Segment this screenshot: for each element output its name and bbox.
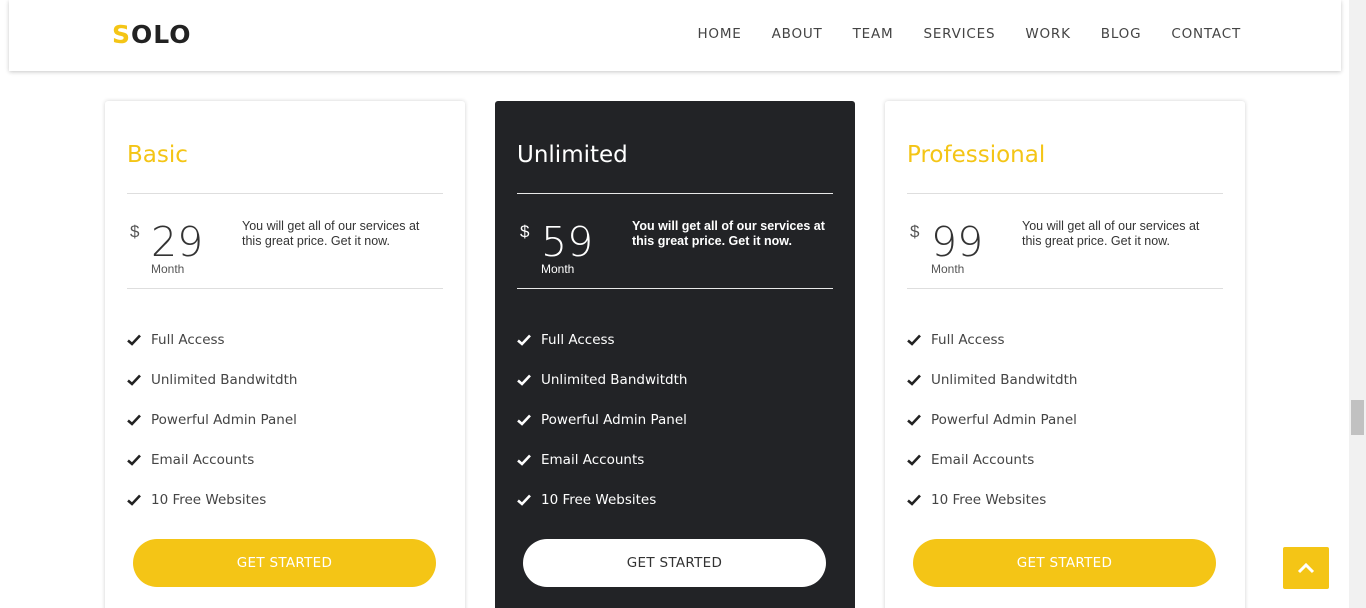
feature-item: Email Accounts (517, 440, 687, 480)
feature-item: 10 Free Websites (127, 480, 297, 520)
check-icon (517, 494, 531, 506)
currency-symbol: $ (910, 222, 920, 241)
pricing-card-basic: Basic $ 29 Month You will get all of our… (105, 101, 465, 608)
check-icon (517, 454, 531, 466)
feature-item: Full Access (127, 320, 297, 360)
get-started-button[interactable]: GET STARTED (913, 539, 1216, 587)
scrollbar-thumb[interactable] (1351, 400, 1364, 435)
plan-title: Basic (127, 142, 188, 168)
feature-item: Full Access (907, 320, 1077, 360)
plan-title: Professional (907, 142, 1046, 168)
get-started-button[interactable]: GET STARTED (133, 539, 436, 587)
divider (907, 193, 1223, 194)
feature-list: Full Access Unlimited Bandwitdth Powerfu… (517, 320, 687, 520)
check-icon (907, 414, 921, 426)
nav-about[interactable]: ABOUT (772, 26, 823, 42)
feature-item: 10 Free Websites (907, 480, 1077, 520)
feature-item: 10 Free Websites (517, 480, 687, 520)
pricing-card-unlimited: Unlimited $ 59 Month You will get all of… (495, 101, 855, 608)
check-icon (127, 334, 141, 346)
scrollbar-track[interactable] (1349, 0, 1366, 608)
plan-price: 59 (541, 218, 594, 266)
check-icon (127, 374, 141, 386)
divider (127, 288, 443, 289)
check-icon (127, 494, 141, 506)
divider (517, 288, 833, 289)
nav-home[interactable]: HOME (697, 26, 741, 42)
feature-item: Full Access (517, 320, 687, 360)
nav-work[interactable]: WORK (1025, 26, 1070, 42)
get-started-button[interactable]: GET STARTED (523, 539, 826, 587)
check-icon (907, 374, 921, 386)
plan-period: Month (541, 262, 575, 276)
plan-title: Unlimited (517, 142, 628, 168)
check-icon (517, 414, 531, 426)
feature-item: Email Accounts (127, 440, 297, 480)
feature-item: Powerful Admin Panel (517, 400, 687, 440)
nav-blog[interactable]: BLOG (1101, 26, 1142, 42)
nav-team[interactable]: TEAM (853, 26, 894, 42)
check-icon (517, 334, 531, 346)
nav-services[interactable]: SERVICES (923, 26, 995, 42)
plan-description: You will get all of our services at this… (1022, 219, 1200, 248)
plan-price: 29 (151, 218, 204, 266)
plan-description: You will get all of our services at this… (242, 219, 420, 248)
currency-symbol: $ (520, 222, 530, 241)
feature-item: Powerful Admin Panel (127, 400, 297, 440)
feature-item: Powerful Admin Panel (907, 400, 1077, 440)
check-icon (127, 414, 141, 426)
plan-price: 99 (931, 218, 984, 266)
logo[interactable]: SOLO (112, 20, 192, 49)
feature-list: Full Access Unlimited Bandwitdth Powerfu… (127, 320, 297, 520)
feature-item: Email Accounts (907, 440, 1077, 480)
feature-item: Unlimited Bandwitdth (907, 360, 1077, 400)
check-icon (907, 454, 921, 466)
plan-period: Month (151, 262, 185, 276)
plan-description: You will get all of our services at this… (632, 219, 825, 248)
divider (907, 288, 1223, 289)
main-nav: HOME ABOUT TEAM SERVICES WORK BLOG CONTA… (697, 26, 1241, 42)
check-icon (907, 334, 921, 346)
feature-item: Unlimited Bandwitdth (517, 360, 687, 400)
plan-period: Month (931, 262, 965, 276)
divider (517, 193, 833, 194)
feature-item: Unlimited Bandwitdth (127, 360, 297, 400)
navbar: SOLO HOME ABOUT TEAM SERVICES WORK BLOG … (9, 0, 1341, 71)
check-icon (517, 374, 531, 386)
pricing-card-professional: Professional $ 99 Month You will get all… (885, 101, 1245, 608)
nav-contact[interactable]: CONTACT (1171, 26, 1241, 42)
currency-symbol: $ (130, 222, 140, 241)
chevron-up-icon (1297, 562, 1315, 574)
back-to-top-button[interactable] (1283, 547, 1329, 589)
check-icon (127, 454, 141, 466)
divider (127, 193, 443, 194)
check-icon (907, 494, 921, 506)
feature-list: Full Access Unlimited Bandwitdth Powerfu… (907, 320, 1077, 520)
